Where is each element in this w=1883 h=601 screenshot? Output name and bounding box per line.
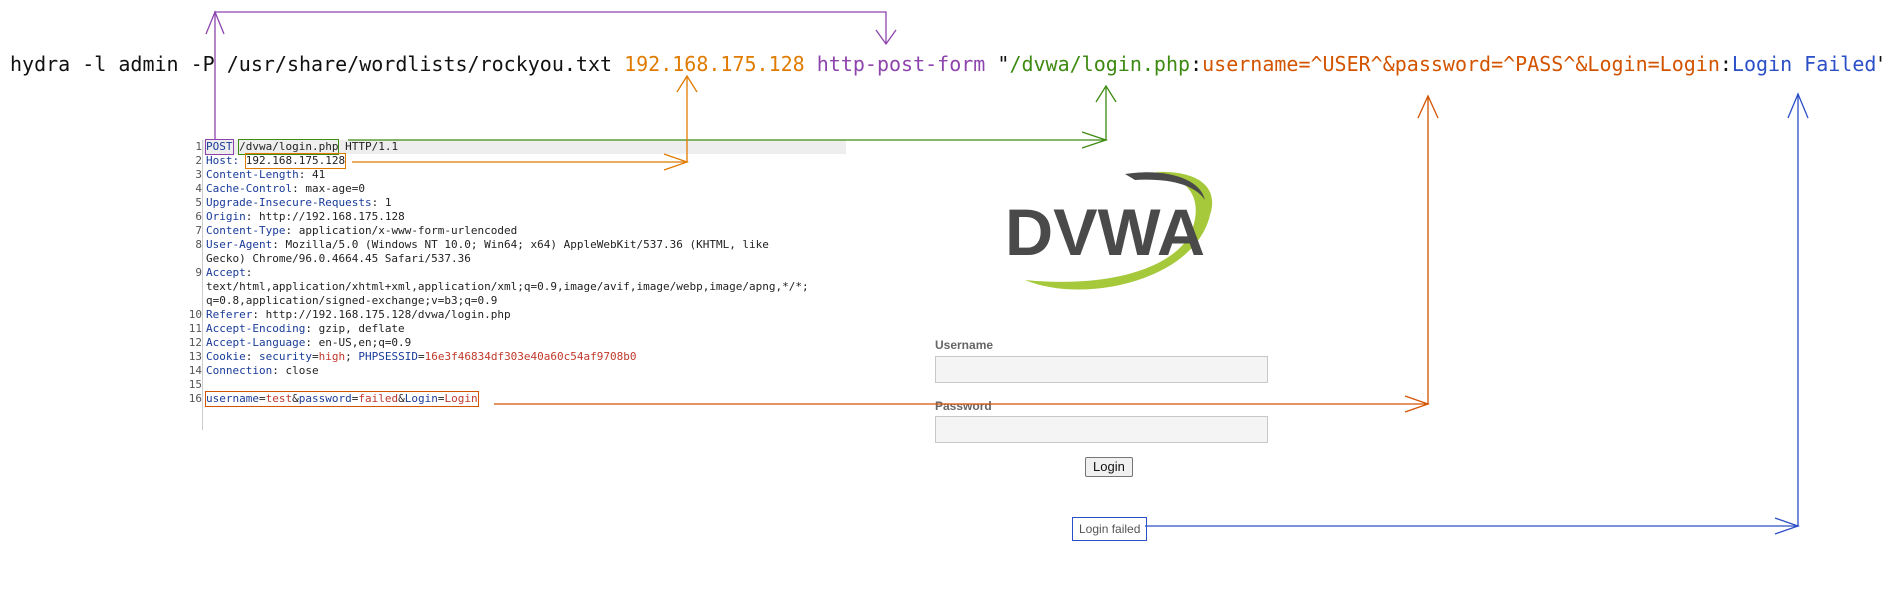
annotation-arrows xyxy=(205,10,1809,535)
arrow-fail xyxy=(1145,92,1809,535)
arrow-host xyxy=(352,74,698,171)
arrow-method xyxy=(205,10,897,140)
arrow-body xyxy=(494,94,1439,413)
arrow-path xyxy=(348,84,1117,149)
